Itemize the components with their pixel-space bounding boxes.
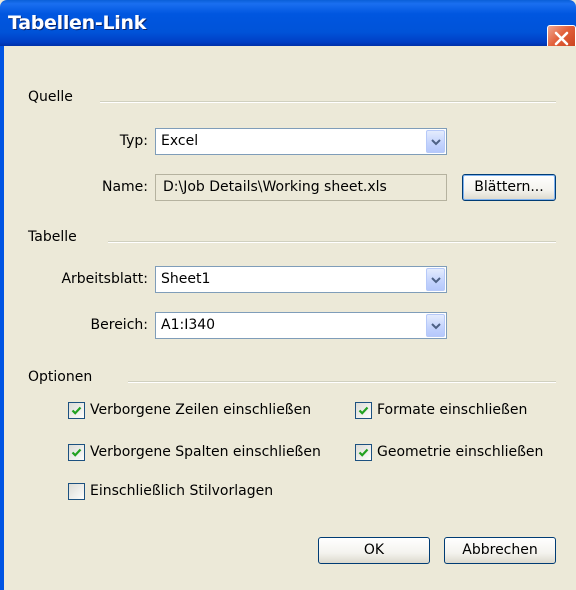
cancel-button[interactable]: Abbrechen: [444, 537, 556, 564]
dialog-window: Tabellen-Link Quelle Typ: Excel Name: D:…: [0, 0, 576, 590]
checkbox-box[interactable]: [355, 444, 372, 461]
sheet-select-value: Sheet1: [161, 271, 211, 287]
group-divider: [100, 101, 556, 103]
group-divider: [108, 241, 556, 243]
chevron-down-icon[interactable]: [426, 314, 445, 337]
range-select[interactable]: A1:I340: [155, 312, 447, 339]
type-select-value: Excel: [161, 133, 199, 149]
checkbox-box[interactable]: [68, 444, 85, 461]
browse-button[interactable]: Blättern...: [462, 174, 556, 201]
checkbox-box[interactable]: [68, 483, 85, 500]
checkbox-label: Einschließlich Stilvorlagen: [90, 483, 274, 499]
name-label: Name:: [101, 179, 148, 195]
checkbox-label: Verborgene Spalten einschließen: [90, 444, 321, 460]
checkbox-label: Formate einschließen: [377, 402, 528, 418]
file-path-field: D:\Job Details\Working sheet.xls: [155, 174, 447, 201]
window-title: Tabellen-Link: [8, 12, 147, 34]
checkbox-formats[interactable]: Formate einschließen: [355, 401, 555, 421]
checkbox-label: Verborgene Zeilen einschließen: [90, 402, 312, 418]
checkbox-box[interactable]: [355, 402, 372, 419]
chevron-down-icon[interactable]: [426, 268, 445, 291]
checkbox-hidden-columns[interactable]: Verborgene Spalten einschließen: [68, 443, 348, 463]
checkbox-label: Geometrie einschließen: [377, 444, 544, 460]
dialog-body: Quelle Typ: Excel Name: D:\Job Details\W…: [4, 46, 576, 590]
type-label: Typ:: [119, 133, 148, 149]
group-label-source: Quelle: [28, 89, 73, 105]
title-bar[interactable]: Tabellen-Link: [0, 0, 576, 51]
group-label-table: Tabelle: [28, 229, 77, 245]
checkbox-styles[interactable]: Einschließlich Stilvorlagen: [68, 482, 348, 502]
file-path-value: D:\Job Details\Working sheet.xls: [163, 179, 387, 195]
range-label: Bereich:: [90, 317, 148, 333]
ok-button[interactable]: OK: [318, 537, 430, 564]
sheet-label: Arbeitsblatt:: [61, 271, 148, 287]
sheet-select[interactable]: Sheet1: [155, 266, 447, 293]
type-select[interactable]: Excel: [155, 128, 447, 155]
checkbox-hidden-rows[interactable]: Verborgene Zeilen einschließen: [68, 401, 348, 421]
range-select-value: A1:I340: [161, 317, 216, 333]
checkbox-geometry[interactable]: Geometrie einschließen: [355, 443, 555, 463]
checkbox-box[interactable]: [68, 402, 85, 419]
group-divider: [128, 381, 556, 383]
chevron-down-icon[interactable]: [426, 130, 445, 153]
group-label-options: Optionen: [28, 369, 93, 385]
